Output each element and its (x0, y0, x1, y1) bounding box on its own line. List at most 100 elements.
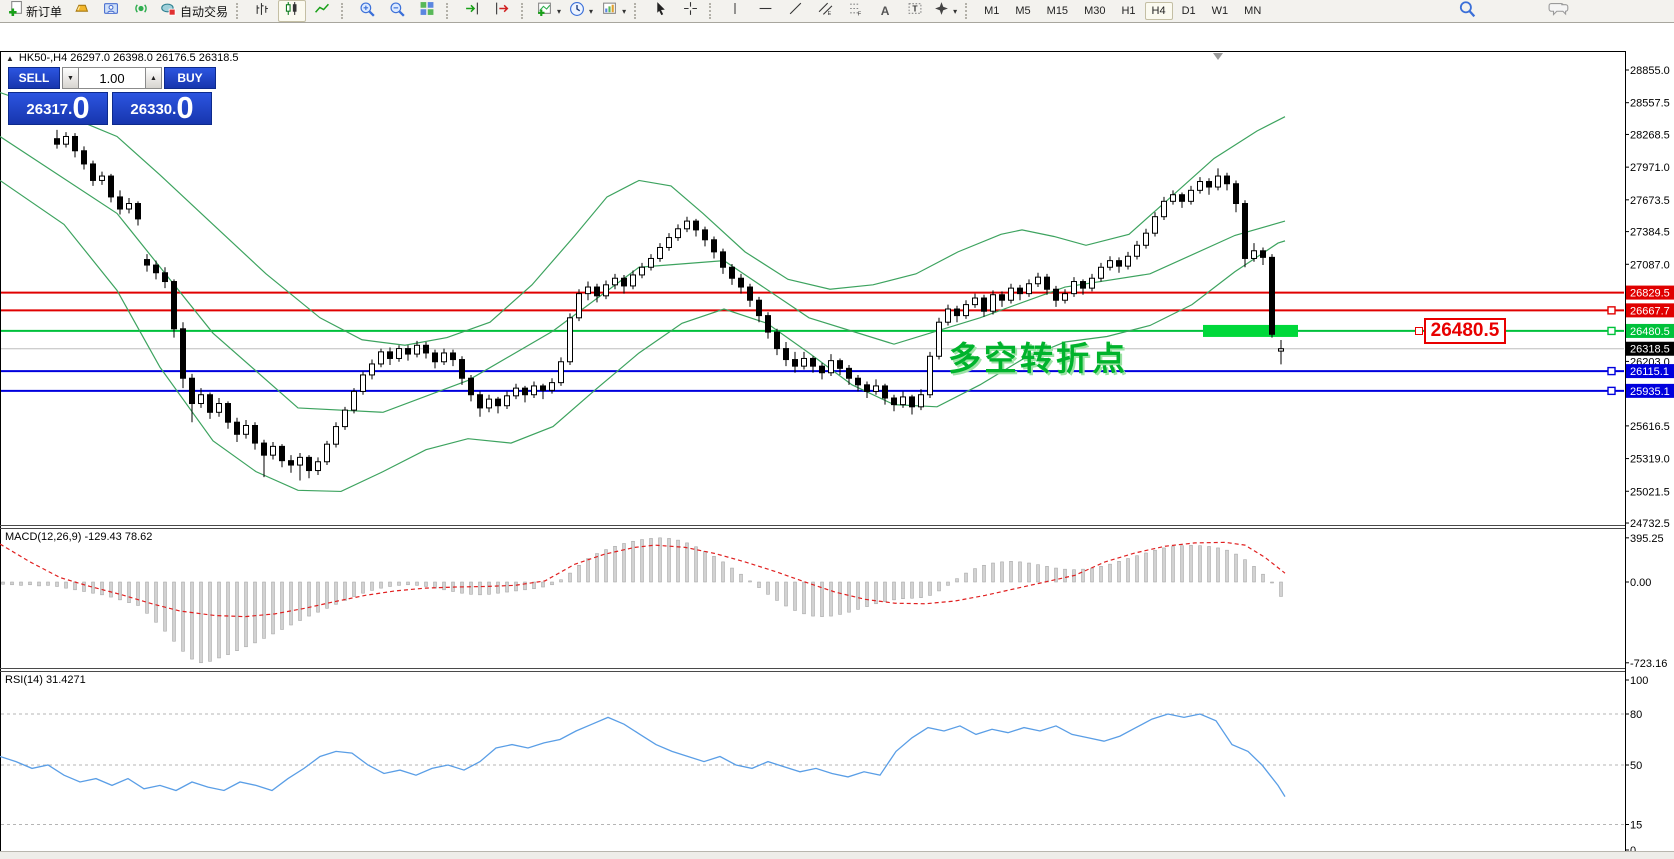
text-label-button[interactable]: T (901, 0, 929, 22)
candle-body (180, 328, 186, 379)
templates-button[interactable]: ▾ (598, 0, 629, 22)
axis-tick-label: 25021.5 (1630, 486, 1670, 498)
arrows-button[interactable]: ▾ (931, 0, 960, 22)
macd-histogram-bar (973, 568, 977, 583)
candle-body (1107, 260, 1113, 268)
candle-body (243, 424, 249, 435)
autotrading-button[interactable]: 自动交易 (157, 0, 231, 22)
macd-histogram-bar (379, 581, 383, 589)
candle-body (126, 203, 132, 210)
sell-button[interactable]: SELL (8, 67, 60, 89)
candle-body (477, 394, 483, 409)
crosshair-button[interactable] (676, 0, 704, 22)
candle-body (621, 277, 627, 287)
volume-input[interactable] (79, 67, 145, 89)
candle-body (783, 348, 789, 361)
macd-histogram-bar (91, 581, 95, 594)
price-note-anchor[interactable] (1415, 327, 1423, 335)
periods-button[interactable]: ▾ (566, 0, 596, 22)
timeframe-m1-button[interactable]: M1 (977, 2, 1006, 20)
candle-body (1035, 276, 1041, 285)
macd-histogram-bar (559, 579, 563, 583)
search-button[interactable] (1453, 0, 1481, 22)
price-note-box[interactable]: 26480.5 (1424, 318, 1506, 344)
candlestick-chart-button[interactable] (278, 0, 307, 22)
collapse-quotes-icon[interactable]: ▲ (6, 54, 14, 63)
turning-point-annotation[interactable]: 多空转折点 (948, 332, 1128, 380)
cursor-button[interactable] (646, 0, 674, 22)
candle-body (495, 398, 501, 407)
chart-shift-button[interactable] (488, 0, 516, 22)
macd-histogram-bar (1126, 558, 1130, 583)
timeframe-h1-button[interactable]: H1 (1114, 2, 1142, 20)
timeframe-w1-button[interactable]: W1 (1205, 2, 1236, 20)
candle-body (198, 394, 204, 405)
volume-decrease-button[interactable]: ▼ (62, 67, 79, 89)
timeframe-mn-button[interactable]: MN (1237, 2, 1268, 20)
candle-body (1089, 277, 1095, 289)
chart-canvas[interactable]: 28855.0 28557.5 28268.5 27971.0 27673.5 27384… (0, 23, 1674, 858)
indicators-button[interactable]: ▾ (533, 0, 564, 22)
axis-tick-label: 27673.5 (1630, 195, 1670, 207)
chart-frame (0, 51, 1626, 858)
timeframe-m30-button[interactable]: M30 (1077, 2, 1112, 20)
volume-increase-button[interactable]: ▲ (145, 67, 162, 89)
zoom-out-button[interactable] (383, 0, 411, 22)
auto-scroll-button[interactable] (458, 0, 486, 22)
candle-body (1044, 276, 1050, 290)
trendline-button[interactable] (781, 0, 809, 22)
chart-window[interactable]: 28855.0 28557.5 28268.5 27971.0 27673.5 27384… (0, 23, 1674, 858)
timeframe-h4-button[interactable]: H4 (1144, 2, 1173, 20)
candle-body (972, 297, 978, 306)
macd-histogram-bar (343, 581, 347, 601)
axis-tick-label: 100 (1630, 675, 1648, 687)
fibonacci-button[interactable]: F (841, 0, 869, 22)
timeframe-m5-button[interactable]: M5 (1008, 2, 1037, 20)
buy-price-display[interactable]: 26330. 0 (112, 92, 212, 125)
zoom-out-icon (389, 1, 405, 22)
axis-price-badge-label: 26318.5 (1630, 344, 1670, 356)
chart-profiles-button[interactable] (67, 0, 95, 22)
channel-button[interactable]: E (811, 0, 839, 22)
candle-body (261, 442, 267, 456)
new-order-button[interactable]: 新订单 (5, 0, 65, 22)
buy-button[interactable]: BUY (164, 67, 216, 89)
horizontal-line-button[interactable] (751, 0, 779, 22)
line-chart-button[interactable] (308, 0, 336, 22)
sell-price-display[interactable]: 26317. 0 (8, 92, 108, 125)
macd-histogram-bar (487, 581, 491, 595)
candle-body (450, 352, 456, 361)
macd-histogram-bar (280, 581, 284, 630)
hline-handle (1607, 386, 1616, 396)
chat-button[interactable] (1545, 0, 1573, 22)
timeframe-m15-button[interactable]: M15 (1040, 2, 1075, 20)
macd-histogram-bar (55, 581, 59, 587)
market-watch-button[interactable] (97, 0, 125, 22)
macd-indicator-label: MACD(12,26,9) -129.43 78.62 (5, 531, 153, 543)
tile-windows-button[interactable] (413, 0, 441, 22)
macd-histogram-bar (1207, 546, 1211, 583)
text-button[interactable]: A (871, 0, 899, 22)
candle-body (864, 384, 870, 392)
candle-body (1080, 281, 1086, 289)
candle-body (1269, 256, 1275, 335)
timeframe-d1-button[interactable]: D1 (1175, 2, 1203, 20)
new-order-icon (8, 1, 23, 21)
axis-price-badge-label: 26829.5 (1630, 288, 1670, 300)
axis-tick-label: 27971.0 (1630, 162, 1670, 174)
signals-button[interactable] (127, 0, 155, 22)
zoom-in-button[interactable] (353, 0, 381, 22)
bar-chart-button[interactable] (248, 0, 276, 22)
candle-body (810, 357, 816, 367)
macd-histogram-bar (316, 581, 320, 613)
candle-body (1161, 200, 1167, 218)
crosshair-icon (683, 1, 698, 21)
macd-histogram-bar (937, 581, 941, 592)
candle-body (891, 397, 897, 406)
vertical-line-button[interactable] (721, 0, 749, 22)
dropdown-arrow-icon: ▾ (557, 6, 562, 16)
candle-body (72, 135, 78, 152)
toolbar-separator (446, 3, 453, 19)
candle-body (306, 456, 312, 472)
chart-title: ▲ HK50-,H4 26297.0 26398.0 26176.5 26318… (6, 52, 239, 64)
